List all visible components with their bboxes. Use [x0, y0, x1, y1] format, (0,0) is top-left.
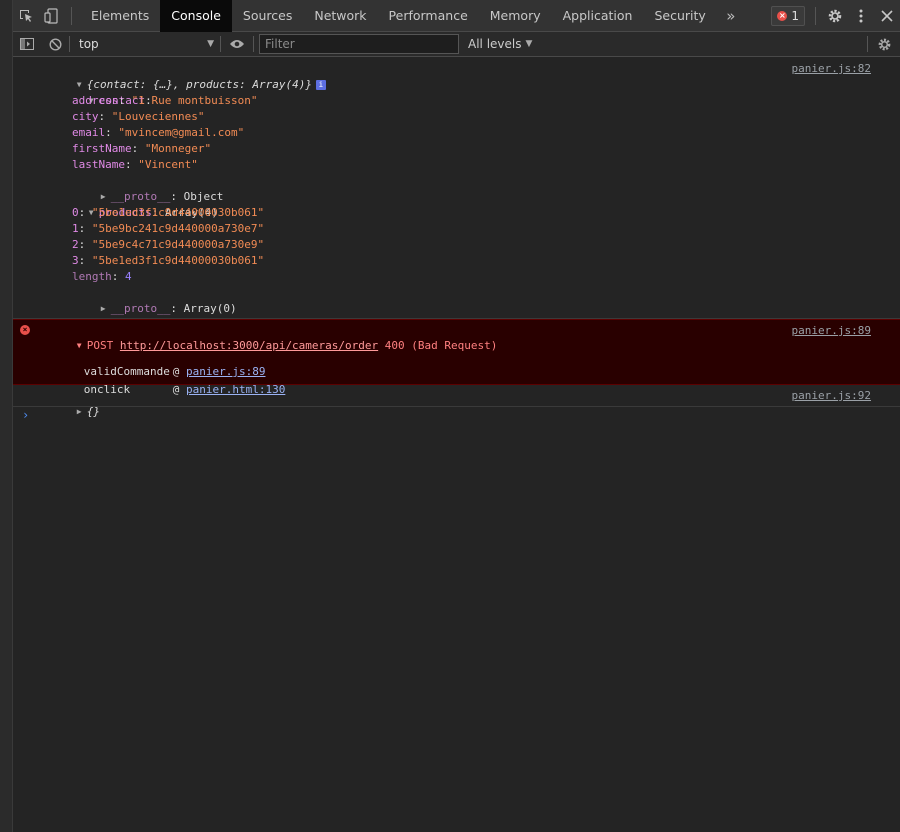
console-log-empty-object: panier.js:92 ▶{}	[13, 385, 900, 418]
tab-sources[interactable]: Sources	[232, 0, 303, 32]
console-settings-gear-icon[interactable]	[868, 32, 900, 57]
collapsed-triangle-icon: ▶	[76, 407, 82, 416]
context-selector[interactable]: top ▼	[70, 32, 220, 57]
array-length: length: 4	[72, 270, 132, 283]
kebab-menu-icon[interactable]	[848, 0, 874, 32]
more-tabs-icon[interactable]: »	[717, 0, 745, 32]
property-row: city: "Louveciennes"	[72, 110, 205, 123]
array-item: 3: "5be1ed3f1c9d44000030b061"	[72, 254, 265, 267]
error-count-badge[interactable]: × 1	[771, 5, 805, 26]
error-header[interactable]: ▼ POST http://localhost:3000/api/cameras/…	[13, 322, 900, 352]
tabbar-right-separator	[815, 6, 816, 25]
tab-elements[interactable]: Elements	[80, 0, 160, 32]
live-expression-eye-icon[interactable]	[221, 32, 253, 57]
console-log-object: panier.js:82 ▼ {contact: {…}, products: A…	[13, 57, 900, 331]
products-node[interactable]: ▼ products: Array(4)	[13, 189, 900, 219]
settings-gear-icon[interactable]	[822, 0, 848, 32]
object-summary[interactable]: ▼ {contact: {…}, products: Array(4)} i	[13, 61, 900, 91]
toolbar-separator	[253, 36, 254, 52]
property-row: address: "1 Rue montbuisson"	[72, 94, 258, 107]
console-output: panier.js:82 ▼ {contact: {…}, products: A…	[13, 57, 900, 832]
tabbar-separator	[71, 6, 72, 25]
context-value: top	[79, 37, 99, 51]
tab-memory[interactable]: Memory	[479, 0, 552, 32]
log-levels-dropdown[interactable]: All levels ▼	[468, 37, 532, 51]
tab-performance[interactable]: Performance	[378, 0, 479, 32]
tab-application[interactable]: Application	[552, 0, 644, 32]
property-row: email: "mvincem@gmail.com"	[72, 126, 245, 139]
chevron-down-icon: ▼	[525, 39, 533, 49]
array-item: 0: "5be1ed3f1c9d44000030b061"	[72, 206, 265, 219]
proto-node[interactable]: ▶__proto__: Object	[13, 173, 900, 203]
property-row: firstName: "Monneger"	[72, 142, 212, 155]
chevron-down-icon: ▼	[207, 39, 214, 49]
show-sidebar-icon[interactable]	[13, 32, 41, 57]
clear-console-icon[interactable]	[41, 32, 69, 57]
close-icon[interactable]	[874, 0, 900, 32]
contact-node[interactable]: ▼ contact:	[13, 77, 900, 107]
proto-node[interactable]: ▶__proto__: Object	[13, 301, 900, 331]
tab-security[interactable]: Security	[643, 0, 716, 32]
device-toolbar-icon[interactable]	[39, 0, 65, 32]
devtools-tabbar: Elements Console Sources Network Perform…	[13, 0, 900, 32]
left-gutter	[0, 0, 13, 832]
inspect-element-icon[interactable]	[13, 0, 39, 32]
console-error: × panier.js:89 ▼ POST http://localhost:30…	[13, 319, 900, 396]
array-item: 1: "5be9bc241c9d440000a730e7"	[72, 222, 265, 235]
object-summary[interactable]: ▶{}	[13, 388, 900, 418]
stack-frame: onclick @ panier.html:130	[83, 383, 286, 396]
console-toolbar: top ▼ All levels ▼	[13, 32, 900, 57]
stack-frame: validCommande @ panier.js:89	[83, 365, 266, 378]
tab-network[interactable]: Network	[303, 0, 377, 32]
error-dot-icon: ×	[777, 10, 788, 21]
tab-console[interactable]: Console	[160, 0, 232, 32]
property-row: lastName: "Vincent"	[72, 158, 198, 171]
proto-node[interactable]: ▶ __proto__: Array(0)	[13, 285, 900, 315]
log-levels-label: All levels	[468, 37, 522, 51]
console-prompt-icon[interactable]: ›	[22, 408, 29, 422]
array-item: 2: "5be9c4c71c9d440000a730e9"	[72, 238, 265, 251]
error-count: 1	[791, 8, 799, 23]
filter-input[interactable]	[259, 34, 459, 54]
